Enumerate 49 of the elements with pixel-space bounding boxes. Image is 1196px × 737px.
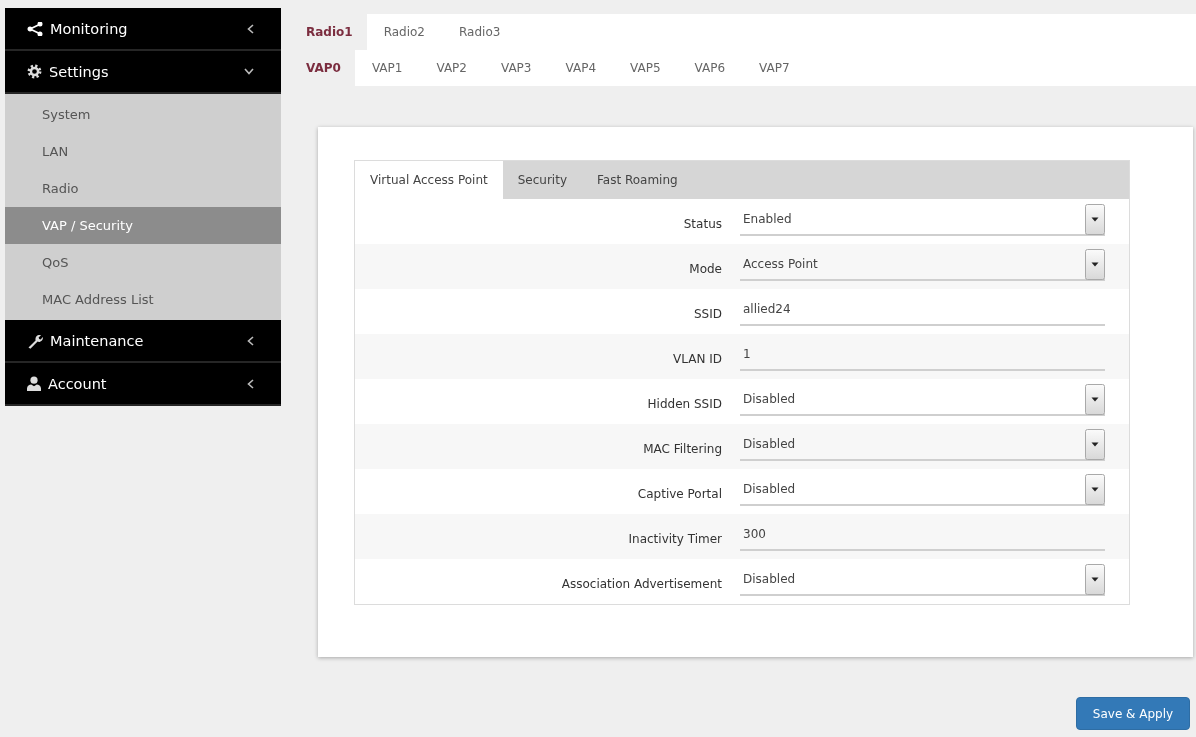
tab[interactable]: Security xyxy=(502,161,582,199)
sidebar-submenu-item[interactable]: LAN xyxy=(5,133,281,170)
tab[interactable]: Virtual Access Point xyxy=(355,161,503,199)
wrench-icon xyxy=(27,332,43,349)
caret-down-icon xyxy=(1085,384,1105,415)
field-label: Inactivity Timer xyxy=(628,532,722,546)
dropdown-field[interactable]: Disabled xyxy=(740,429,1105,461)
sidebar-submenu-item[interactable]: QoS xyxy=(5,244,281,281)
dropdown-field[interactable]: Access Point xyxy=(740,249,1105,281)
field-label: Status xyxy=(683,217,722,231)
field-label: VLAN ID xyxy=(673,352,722,366)
field-label: SSID xyxy=(694,307,722,321)
tab[interactable]: Fast Roaming xyxy=(582,161,693,199)
field-label: MAC Filtering xyxy=(643,442,722,456)
sidebar-menu-item[interactable]: Monitoring xyxy=(5,8,281,51)
tab[interactable]: VAP7 xyxy=(742,50,807,86)
sidebar-submenu-item[interactable]: System xyxy=(5,96,281,133)
share-icon xyxy=(27,21,43,36)
user-icon xyxy=(27,376,41,391)
field-label: Association Advertisement xyxy=(561,577,722,591)
sidebar-submenu-item[interactable]: MAC Address List xyxy=(5,281,281,318)
sidebar-menu-item[interactable]: Account xyxy=(5,363,281,406)
save-apply-button[interactable]: Save & Apply xyxy=(1076,697,1190,730)
caret-down-icon xyxy=(1085,474,1105,505)
dropdown-field[interactable]: Enabled xyxy=(740,204,1105,236)
tab[interactable]: VAP5 xyxy=(613,50,678,86)
tab[interactable]: Radio3 xyxy=(442,14,518,50)
tab[interactable]: VAP1 xyxy=(354,50,420,86)
field-label: Captive Portal xyxy=(637,487,722,501)
caret-down-icon xyxy=(1085,564,1105,595)
tab[interactable]: VAP4 xyxy=(548,50,614,86)
gear-icon xyxy=(27,64,42,79)
tab[interactable]: Radio2 xyxy=(366,14,442,50)
tab[interactable]: VAP6 xyxy=(677,50,743,86)
tab[interactable]: VAP3 xyxy=(483,50,549,86)
dropdown-field[interactable]: Disabled xyxy=(740,564,1105,596)
sidebar-menu-item[interactable]: Maintenance xyxy=(5,320,281,363)
field-label: Mode xyxy=(689,262,722,276)
tab[interactable]: Radio1 xyxy=(290,14,367,50)
dropdown-field[interactable]: Disabled xyxy=(740,384,1105,416)
sidebar-submenu-item[interactable]: Radio xyxy=(5,170,281,207)
caret-down-icon xyxy=(1085,429,1105,460)
tab[interactable]: VAP2 xyxy=(419,50,484,86)
field-label: Hidden SSID xyxy=(647,397,722,411)
sidebar-menu-item[interactable]: Settings xyxy=(5,51,281,94)
caret-down-icon xyxy=(1085,204,1105,235)
dropdown-field[interactable]: Disabled xyxy=(740,474,1105,506)
tab[interactable]: VAP0 xyxy=(290,50,355,86)
caret-down-icon xyxy=(1085,249,1105,280)
